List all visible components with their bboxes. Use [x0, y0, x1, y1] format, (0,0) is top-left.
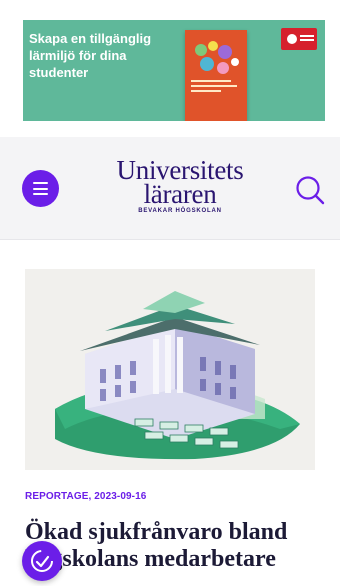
article-image[interactable] [25, 269, 315, 470]
site-header: Universitets läraren BEVAKAR HÖGSKOLAN [0, 137, 340, 240]
accessibility-button[interactable] [22, 541, 62, 581]
logo-line-2: läraren [143, 179, 217, 209]
article-meta: REPORTAGE, 2023-09-16 [25, 491, 147, 502]
cover-art-icon [195, 41, 239, 74]
accessibility-icon [31, 550, 53, 572]
menu-button[interactable] [22, 170, 59, 207]
hamburger-menu-icon [33, 182, 48, 184]
publisher-logo [281, 28, 317, 50]
search-button[interactable] [292, 172, 328, 208]
book-cover-image [185, 30, 247, 121]
article-headline[interactable]: Ökad sjukfrånvaro bland högskolans medar… [25, 519, 325, 573]
ad-banner-container: Skapa en tillgänglig lärmiljö för dina s… [0, 0, 340, 137]
logo-tagline: BEVAKAR HÖGSKOLAN [138, 208, 222, 214]
site-logo[interactable]: Universitets läraren BEVAKAR HÖGSKOLAN [90, 157, 270, 215]
search-icon [296, 176, 325, 205]
university-building-illustration [55, 291, 300, 460]
ad-banner[interactable]: Skapa en tillgänglig lärmiljö för dina s… [23, 20, 325, 121]
cover-title-lines [191, 80, 241, 96]
ad-headline: Skapa en tillgänglig lärmiljö för dina s… [29, 31, 152, 80]
